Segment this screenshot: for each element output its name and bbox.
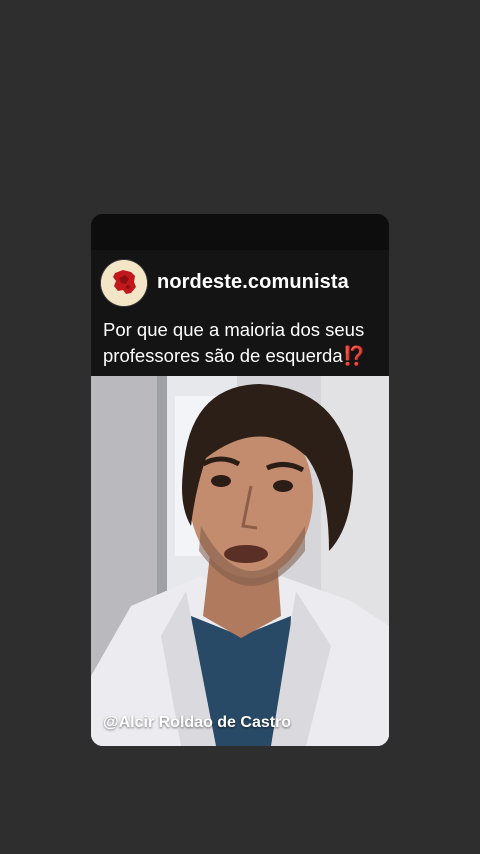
story-card[interactable]: nordeste.comunista Por que que a maioria…: [91, 214, 389, 746]
video-still: [91, 376, 389, 746]
account-username[interactable]: nordeste.comunista: [157, 271, 349, 294]
post-question: Por que que a maioria dos seus professor…: [103, 317, 387, 369]
red-map-logo-icon: [101, 260, 147, 306]
video-frame[interactable]: @Alcir Roldao de Castro: [91, 376, 389, 746]
profile-avatar[interactable]: [101, 260, 147, 306]
video-credit-label: @Alcir Roldao de Castro: [103, 714, 292, 731]
question-text: Por que que a maioria dos seus professor…: [103, 319, 365, 366]
post-header: nordeste.comunista Por que que a maioria…: [91, 214, 389, 376]
header-top-band: [91, 214, 389, 250]
exclamation-question-icon: ⁉️: [342, 345, 366, 366]
